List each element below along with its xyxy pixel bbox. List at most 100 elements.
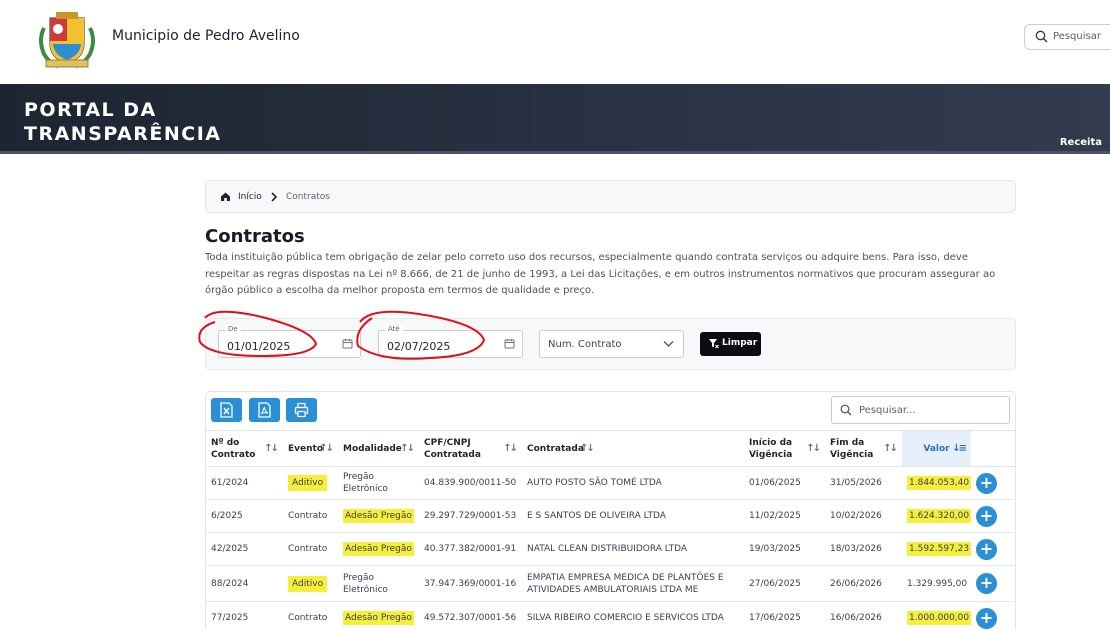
sort-icon[interactable]: ↑↓ — [400, 443, 415, 455]
expand-row-button[interactable]: + — [976, 573, 997, 594]
table-row: 77/2025 Contrato Adesão Pregão 49.572.30… — [206, 601, 1015, 630]
date-from-field[interactable]: De 01/01/2025 — [218, 325, 361, 358]
cell-numero: 61/2024 — [206, 466, 283, 500]
search-icon — [840, 404, 852, 416]
date-from-label: De — [225, 325, 241, 333]
sort-icon[interactable]: ↑↓ — [319, 443, 334, 455]
date-to-value[interactable]: 02/07/2025 — [387, 340, 450, 353]
column-header-contratada[interactable]: Contratada ↑↓ — [522, 430, 744, 467]
cell-inicio: 19/03/2025 — [744, 532, 825, 566]
sort-icon[interactable]: ↑↓ — [580, 443, 595, 455]
cell-modalidade: Adesão Pregão — [338, 601, 419, 630]
cell-inicio: 17/06/2025 — [744, 601, 825, 630]
clear-filters-button[interactable]: Limpar — [700, 332, 761, 356]
cell-cnpj: 29.297.729/0001-53 — [419, 499, 522, 533]
cell-evento: Aditivo — [283, 466, 338, 500]
cell-numero: 77/2025 — [206, 601, 283, 630]
print-button[interactable] — [286, 398, 317, 422]
home-icon[interactable] — [220, 191, 231, 202]
column-header-numero[interactable]: Nº do Contrato ↑↓ — [206, 430, 283, 467]
cell-numero: 88/2024 — [206, 565, 283, 602]
sort-desc-icon[interactable]: ↓≡ — [952, 443, 967, 455]
cell-modalidade: Adesão Pregão — [338, 499, 419, 533]
cell-inicio: 01/06/2025 — [744, 466, 825, 500]
page-title: Contratos — [205, 226, 305, 247]
portal-title-line2: TRANSPARÊNCIA — [24, 123, 222, 145]
column-header-inicio[interactable]: Início da Vigência ↑↓ — [744, 430, 825, 467]
cell-actions: + — [971, 499, 1015, 533]
cell-valor: 1.624.320,00 — [902, 499, 972, 533]
cell-valor-text: 1.624.320,00 — [907, 509, 972, 523]
table-row: 42/2025 Contrato Adesão Pregão 40.377.38… — [206, 532, 1015, 566]
date-to-field[interactable]: Até 02/07/2025 — [378, 325, 523, 358]
calendar-icon[interactable] — [504, 338, 515, 349]
column-header-valor[interactable]: Valor ↓≡ — [902, 430, 971, 467]
filter-clear-icon — [709, 339, 719, 349]
cell-evento-text: Aditivo — [288, 475, 328, 491]
cell-actions: + — [971, 466, 1015, 500]
column-header-contratada-label: Contratada — [527, 443, 584, 454]
cell-actions: + — [971, 565, 1015, 602]
export-pdf-button[interactable] — [249, 398, 280, 422]
portal-banner: PORTAL DA TRANSPARÊNCIA Receita — [0, 84, 1110, 154]
sort-icon[interactable]: ↑↓ — [806, 443, 821, 455]
column-header-modalidade[interactable]: Modalidade ↑↓ — [338, 430, 419, 467]
cell-evento: Contrato — [283, 601, 338, 630]
contracts-table: Nº do Contrato ↑↓ Evento ↑↓ Modalidade ↑↓ C… — [206, 430, 1015, 630]
cell-contratada: EMPATIA EMPRESA MEDICA DE PLANTÕES E ATI… — [522, 565, 744, 602]
column-header-fim[interactable]: Fim da Vigência ↑↓ — [825, 430, 902, 467]
coat-of-arms-logo[interactable] — [36, 8, 98, 70]
sort-icon[interactable]: ↑↓ — [883, 443, 898, 455]
header-search-placeholder: Pesquisar — [1053, 31, 1101, 42]
contract-number-select[interactable]: Num. Contrato — [539, 330, 684, 358]
header-search-input[interactable]: Pesquisar — [1024, 24, 1110, 50]
cell-cnpj: 04.839.900/0011-50 — [419, 466, 522, 500]
table-row: 61/2024 Aditivo Pregão Eletrônico 04.839… — [206, 466, 1015, 500]
column-header-modalidade-label: Modalidade — [343, 443, 402, 454]
cell-actions: + — [971, 532, 1015, 566]
column-header-inicio-label: Início da Vigência — [749, 437, 793, 460]
contract-number-select-value: Num. Contrato — [548, 339, 622, 350]
export-excel-button[interactable] — [211, 398, 242, 422]
cell-inicio: 27/06/2025 — [744, 565, 825, 602]
nav-receita-link[interactable]: Receita — [1060, 137, 1102, 148]
breadcrumb-home-link[interactable]: Início — [238, 192, 262, 202]
column-header-actions — [971, 430, 1015, 467]
column-header-cnpj-label: CPF/CNPJ Contratada — [424, 437, 481, 460]
date-from-value[interactable]: 01/01/2025 — [227, 340, 290, 353]
cell-evento: Aditivo — [283, 565, 338, 602]
date-to-label: Até — [385, 325, 403, 333]
sort-icon[interactable]: ↑↓ — [503, 443, 518, 455]
municipality-name[interactable]: Municipio de Pedro Avelino — [112, 28, 300, 44]
expand-row-button[interactable]: + — [976, 538, 997, 560]
cell-modalidade: Adesão Pregão — [338, 532, 419, 566]
cell-valor: 1.844.053,40 — [902, 466, 972, 500]
cell-modalidade: Pregão Eletrônico — [338, 565, 419, 602]
breadcrumb: Início Contratos — [205, 180, 1016, 213]
cell-numero: 42/2025 — [206, 532, 283, 566]
calendar-icon[interactable] — [342, 338, 353, 349]
portal-title-line1: PORTAL DA — [24, 99, 157, 121]
column-header-evento[interactable]: Evento ↑↓ — [283, 430, 338, 467]
cell-contratada: E S SANTOS DE OLIVEIRA LTDA — [522, 499, 744, 533]
cell-cnpj: 40.377.382/0001-91 — [419, 532, 522, 566]
table-row: 6/2025 Contrato Adesão Pregão 29.297.729… — [206, 499, 1015, 533]
table-search-input[interactable]: Pesquisar... — [831, 396, 1010, 424]
cell-fim: 16/06/2026 — [825, 601, 902, 630]
filter-bar: De 01/01/2025 Até 02/07/2025 Num. Contra… — [205, 318, 1016, 370]
contracts-table-panel: Pesquisar... Nº do Contrato ↑↓ Evento ↑↓ M… — [205, 391, 1016, 630]
cell-evento: Contrato — [283, 532, 338, 566]
sort-icon[interactable]: ↑↓ — [264, 443, 279, 455]
page-description: Toda instituição pública tem obrigação d… — [205, 252, 996, 296]
cell-valor-text: 1.592.597,23 — [907, 542, 972, 556]
expand-row-button[interactable]: + — [976, 505, 997, 527]
cell-fim: 18/03/2026 — [825, 532, 902, 566]
column-header-cnpj[interactable]: CPF/CNPJ Contratada ↑↓ — [419, 430, 522, 467]
expand-row-button[interactable]: + — [976, 607, 997, 629]
cell-cnpj: 49.572.307/0001-56 — [419, 601, 522, 630]
excel-icon — [220, 402, 233, 418]
pdf-icon — [258, 402, 271, 418]
cell-modalidade-text: Adesão Pregão — [343, 542, 414, 556]
expand-row-button[interactable]: + — [976, 472, 997, 494]
table-row: 88/2024 Aditivo Pregão Eletrônico 37.947… — [206, 565, 1015, 602]
